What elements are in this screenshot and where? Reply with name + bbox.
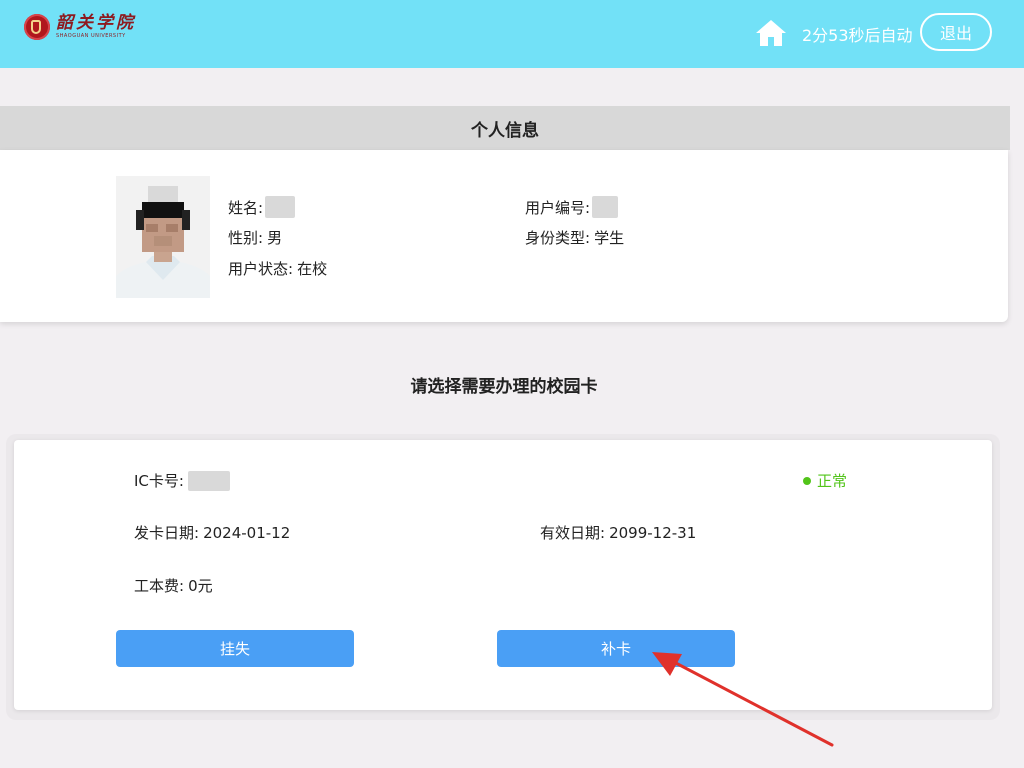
card-status-badge: 正常 [803, 470, 847, 491]
gender-value: 男 [267, 229, 283, 247]
fee-label: 工本费: [134, 577, 185, 595]
ic-card-label: IC卡号: [134, 472, 184, 490]
issue-date-label: 发卡日期: [134, 524, 200, 542]
gender-field: 性别: 男 [228, 227, 282, 248]
identity-field: 身份类型: 学生 [525, 227, 624, 248]
user-photo-image [116, 176, 210, 298]
auto-logout-countdown: 2分53秒后自动 [802, 26, 913, 45]
expiry-date-field: 有效日期: 2099-12-31 [540, 522, 696, 543]
user-status-label: 用户状态: [228, 260, 294, 278]
expiry-date-label: 有效日期: [540, 524, 606, 542]
identity-value: 学生 [594, 229, 625, 247]
user-status-field: 用户状态: 在校 [228, 258, 327, 279]
home-icon[interactable] [754, 18, 788, 48]
personal-info-card [0, 150, 1008, 322]
expiry-date-value: 2099-12-31 [609, 523, 697, 542]
fee-field: 工本费: 0元 [134, 575, 213, 596]
issue-date-value: 2024-01-12 [203, 523, 291, 542]
ic-card-number-redacted [187, 470, 230, 491]
logo-english-name: SHAOGUAN UNIVERSITY [56, 33, 126, 39]
reissue-card-button[interactable]: 补卡 [497, 630, 735, 667]
user-id-redacted [592, 196, 619, 218]
user-id-label: 用户编号: [525, 198, 591, 217]
name-field: 姓名: [228, 196, 296, 218]
identity-label: 身份类型: [525, 229, 591, 247]
status-dot-icon [803, 476, 811, 485]
university-logo: 韶关学院 SHAOGUAN UNIVERSITY [24, 14, 136, 40]
card-status-text: 正常 [817, 472, 848, 490]
report-loss-button[interactable]: 挂失 [116, 630, 354, 667]
personal-info-title: 个人信息 [471, 120, 539, 141]
fee-value: 0元 [188, 577, 213, 595]
name-label: 姓名: [228, 198, 264, 217]
user-photo [116, 176, 210, 298]
logo-chinese-name: 韶关学院 [56, 13, 136, 33]
gender-label: 性别: [228, 229, 264, 247]
issue-date-field: 发卡日期: 2024-01-12 [134, 522, 290, 543]
name-redacted [265, 196, 296, 218]
ic-card-field: IC卡号: [134, 470, 230, 491]
university-emblem-icon [24, 14, 50, 40]
logout-button[interactable]: 退出 [920, 13, 992, 51]
user-id-field: 用户编号: [525, 196, 619, 218]
select-card-prompt: 请选择需要办理的校园卡 [410, 377, 598, 397]
top-bar: 韶关学院 SHAOGUAN UNIVERSITY 2分53秒后自动 退出 [0, 0, 1024, 68]
personal-info-header: 个人信息 [0, 106, 1010, 150]
user-status-value: 在校 [297, 260, 328, 278]
